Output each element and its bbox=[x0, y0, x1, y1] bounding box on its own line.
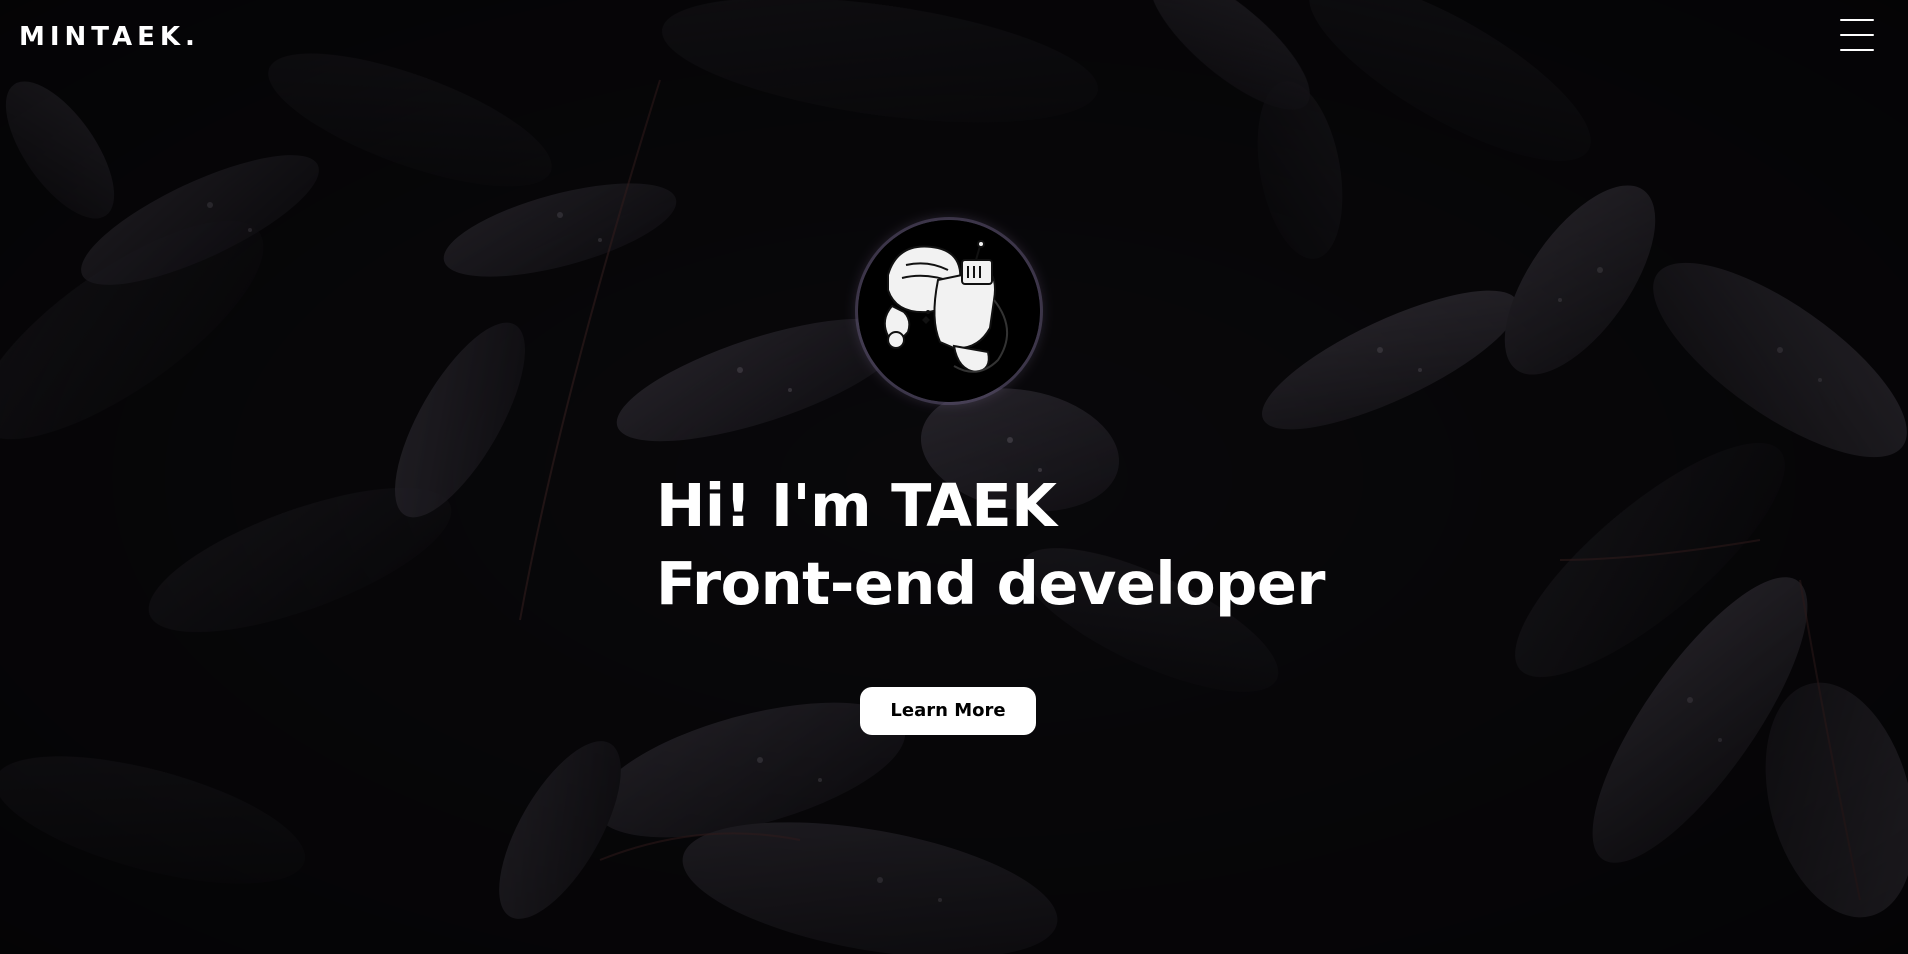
hamburger-menu-icon[interactable] bbox=[1838, 16, 1876, 54]
menu-line bbox=[1840, 19, 1874, 21]
hero-role: Front-end developer bbox=[656, 549, 1325, 618]
site-logo[interactable]: MINTAEK. bbox=[19, 20, 200, 54]
hero-greeting: Hi! I'm TAEK bbox=[656, 471, 1057, 540]
landing-page: MINTAEK. Hi! I'm TAEK Front-end develope… bbox=[0, 0, 1908, 954]
learn-more-button[interactable]: Learn More bbox=[860, 687, 1036, 735]
navbar: MINTAEK. bbox=[0, 0, 1908, 72]
menu-line bbox=[1840, 49, 1874, 51]
astronaut-avatar-icon bbox=[858, 220, 1040, 402]
menu-line bbox=[1840, 34, 1874, 36]
hero-headline: Hi! I'm TAEK Front-end developer bbox=[656, 467, 1325, 623]
